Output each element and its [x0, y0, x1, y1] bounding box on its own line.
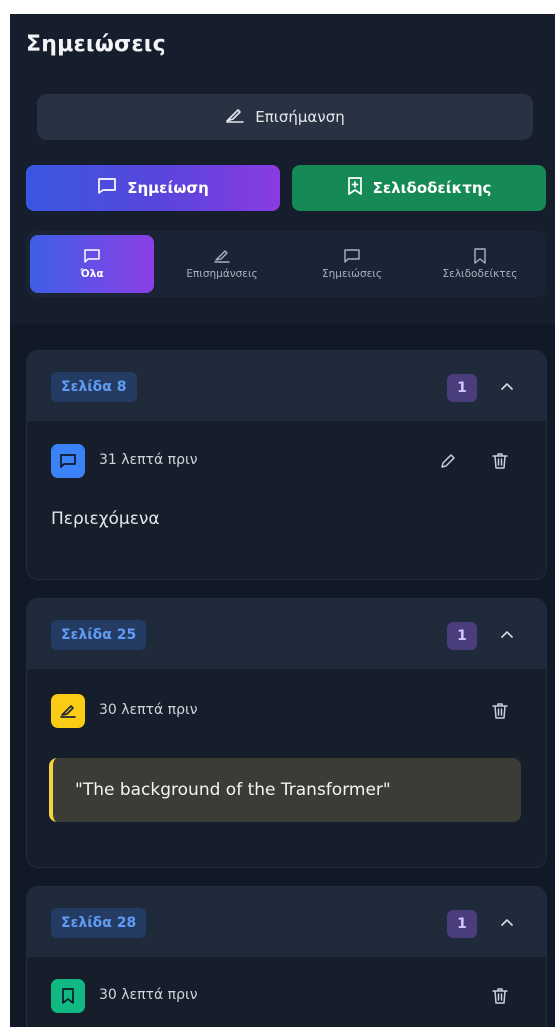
page-group-25: Σελίδα 25 1 30 λεπτά πριν "The backgroun…	[26, 598, 547, 868]
highlight-quote: "The background of the Transformer"	[49, 758, 521, 822]
bookmark-type-icon	[51, 979, 85, 1013]
count-badge: 1	[447, 622, 477, 650]
entry-time: 30 λεπτά πριν	[99, 987, 198, 1003]
add-bookmark-button[interactable]: Σελιδοδείκτης	[292, 165, 546, 211]
entry-time: 30 λεπτά πριν	[99, 702, 198, 718]
delete-button[interactable]	[489, 450, 511, 472]
tab-bookmarks-label: Σελιδοδείκτες	[442, 268, 518, 280]
highlighter-icon	[225, 106, 245, 128]
entry-time: 31 λεπτά πριν	[99, 452, 198, 468]
bookmark-icon	[473, 248, 487, 264]
chevron-up-icon[interactable]	[497, 625, 517, 645]
note-type-icon	[51, 444, 85, 478]
delete-button[interactable]	[489, 700, 511, 722]
add-highlight-label: Επισήμανση	[255, 108, 345, 126]
bookmark-plus-icon	[347, 177, 363, 199]
note-icon	[97, 177, 117, 199]
tab-notes-label: Σημειώσεις	[321, 268, 383, 280]
tab-bookmarks[interactable]: Σελιδοδείκτες	[418, 235, 542, 293]
page-group-header[interactable]: Σελίδα 25 1	[27, 599, 546, 669]
tab-highlights-label: Επισημάνσεις	[186, 268, 258, 280]
tab-all-label: Όλα	[80, 268, 104, 280]
tab-highlights[interactable]: Επισημάνσεις	[160, 235, 284, 293]
notes-header: Σημειώσεις Επισήμανση Σημείωση Σελιδοδεί…	[10, 14, 555, 324]
add-note-button[interactable]: Σημείωση	[26, 165, 280, 211]
annotations-list: Σελίδα 8 1 31 λεπτά πριν Περιεχόμενα Σελ…	[10, 324, 555, 1027]
edit-button[interactable]	[437, 450, 459, 472]
page-group-28: Σελίδα 28 1 30 λεπτά πριν	[26, 886, 547, 1027]
page-group-header[interactable]: Σελίδα 28 1	[27, 887, 546, 957]
add-bookmark-label: Σελιδοδείκτης	[372, 179, 492, 197]
note-icon	[83, 248, 101, 264]
page-badge: Σελίδα 28	[51, 908, 147, 938]
highlighter-icon	[213, 248, 231, 264]
page-group-header[interactable]: Σελίδα 8 1	[27, 351, 546, 421]
tab-all[interactable]: Όλα	[30, 235, 154, 293]
chevron-up-icon[interactable]	[497, 913, 517, 933]
page-badge: Σελίδα 25	[51, 620, 147, 650]
add-highlight-button[interactable]: Επισήμανση	[37, 94, 533, 140]
highlighter-type-icon	[51, 694, 85, 728]
tab-notes[interactable]: Σημειώσεις	[290, 235, 414, 293]
note-text: Περιεχόμενα	[51, 509, 160, 529]
page-group-8: Σελίδα 8 1 31 λεπτά πριν Περιεχόμενα	[26, 350, 547, 580]
count-badge: 1	[447, 910, 477, 938]
notes-panel: Σημειώσεις Επισήμανση Σημείωση Σελιδοδεί…	[10, 14, 555, 1027]
add-note-label: Σημείωση	[127, 179, 209, 197]
note-icon	[343, 248, 361, 264]
count-badge: 1	[447, 374, 477, 402]
chevron-up-icon[interactable]	[497, 377, 517, 397]
page-badge: Σελίδα 8	[51, 372, 137, 402]
panel-title: Σημειώσεις	[26, 32, 166, 57]
delete-button[interactable]	[489, 985, 511, 1007]
filter-tabs: Όλα Επισημάνσεις Σημειώσεις Σελιδοδείκτε…	[26, 231, 546, 297]
